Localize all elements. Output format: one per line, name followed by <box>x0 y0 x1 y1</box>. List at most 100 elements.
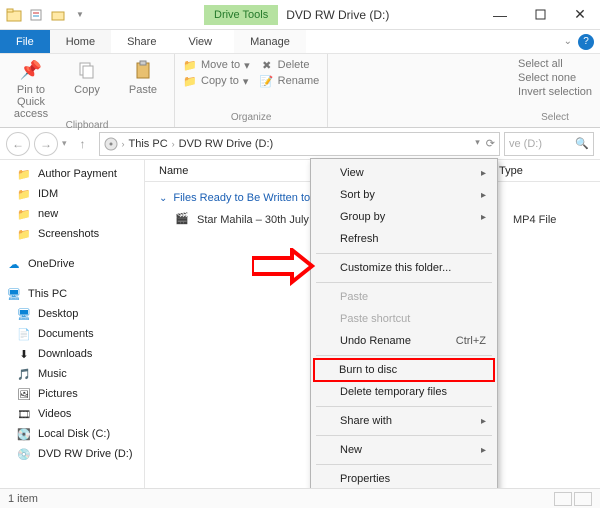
ctx-label: Burn to disc <box>339 364 397 376</box>
search-placeholder: ve (D:) <box>509 138 542 150</box>
tree-label: This PC <box>28 288 67 300</box>
ctx-customize[interactable]: Customize this folder... <box>314 257 494 279</box>
delete-button[interactable]: ✖Delete <box>260 58 320 72</box>
ctx-label: Delete temporary files <box>340 386 447 398</box>
ctx-paste: Paste <box>314 286 494 308</box>
tab-view[interactable]: View <box>172 30 228 53</box>
forward-button[interactable]: → <box>34 132 58 156</box>
tree-label: OneDrive <box>28 258 74 270</box>
folder-icon: 📁 <box>16 206 32 222</box>
window-title: DVD RW Drive (D:) <box>286 8 389 22</box>
dvd-icon: 💿 <box>16 446 32 462</box>
copy-icon <box>75 58 99 82</box>
copy-button[interactable]: Copy <box>64 58 110 96</box>
ribbon-collapse-icon[interactable]: ⌄ <box>564 36 572 47</box>
tree-folder[interactable]: 📁Author Payment <box>0 164 144 184</box>
copy-to-button[interactable]: 📁Copy to ▾ <box>183 74 250 88</box>
ctx-new[interactable]: New▸ <box>314 439 494 461</box>
refresh-icon[interactable]: ⟳ <box>486 137 495 150</box>
tree-folder[interactable]: 📁new <box>0 204 144 224</box>
select-all-button[interactable]: Select all <box>518 58 592 70</box>
copyto-icon: 📁 <box>183 74 197 88</box>
videos-icon: 🎞 <box>16 406 32 422</box>
pin-quick-access-button[interactable]: 📌 Pin to Quick access <box>8 58 54 120</box>
ctx-sort[interactable]: Sort by▸ <box>314 184 494 206</box>
recent-dropdown-icon[interactable]: ▾ <box>62 138 67 149</box>
ctx-label: Share with <box>340 415 392 427</box>
tab-home[interactable]: Home <box>50 30 111 53</box>
tree-pictures[interactable]: 🖼Pictures <box>0 384 144 404</box>
view-icons-button[interactable] <box>574 492 592 506</box>
search-input[interactable]: ve (D:) 🔍 <box>504 132 594 156</box>
ctx-separator <box>316 406 492 407</box>
tree-dvd[interactable]: 💿DVD RW Drive (D:) <box>0 444 144 464</box>
tab-share[interactable]: Share <box>111 30 172 53</box>
ctx-refresh[interactable]: Refresh <box>314 228 494 250</box>
minimize-button[interactable]: — <box>480 1 520 29</box>
rename-icon: 📝 <box>260 74 274 88</box>
ctx-paste-shortcut: Paste shortcut <box>314 308 494 330</box>
tree-localdisk[interactable]: 💽Local Disk (C:) <box>0 424 144 444</box>
delete-icon: ✖ <box>260 58 274 72</box>
explorer-icon <box>6 7 22 23</box>
tree-videos[interactable]: 🎞 Videos <box>0 404 144 424</box>
nav-tree[interactable]: 📁Author Payment 📁IDM 📁new 📁Screenshots ☁… <box>0 160 145 488</box>
view-details-button[interactable] <box>554 492 572 506</box>
tree-documents[interactable]: 📄Documents <box>0 324 144 344</box>
group-clipboard-label: Clipboard <box>66 120 109 133</box>
paste-button[interactable]: Paste <box>120 58 166 96</box>
qat-dropdown-icon[interactable]: ▼ <box>72 7 88 23</box>
tree-folder[interactable]: 📁Screenshots <box>0 224 144 244</box>
col-type[interactable]: Type <box>499 165 523 177</box>
crumb-sep: › <box>122 139 125 149</box>
ctx-label: Properties <box>340 473 390 485</box>
ctx-label: Group by <box>340 211 385 223</box>
tree-thispc[interactable]: 🖥 This PC <box>0 284 144 304</box>
ctx-burn-to-disc[interactable]: Burn to disc <box>313 358 495 382</box>
chevron-down-icon: ⌄ <box>159 193 167 204</box>
crumb-drive[interactable]: DVD RW Drive (D:) <box>179 138 274 150</box>
address-bar[interactable]: › This PC › DVD RW Drive (D:) ▾ ⟳ <box>99 132 500 156</box>
folder-icon: 📁 <box>16 166 32 182</box>
select-none-label: Select none <box>518 72 576 84</box>
ctx-label: Customize this folder... <box>340 262 451 274</box>
disk-icon: 💽 <box>16 426 32 442</box>
move-icon: 📁 <box>183 58 197 72</box>
tree-folder[interactable]: 📁IDM <box>0 184 144 204</box>
ctx-undo-rename[interactable]: Undo RenameCtrl+Z <box>314 330 494 352</box>
tree-onedrive[interactable]: ☁OneDrive <box>0 254 144 274</box>
move-label: Move to <box>201 59 240 71</box>
select-none-button[interactable]: Select none <box>518 72 592 84</box>
ctx-separator <box>316 464 492 465</box>
ctx-view[interactable]: View▸ <box>314 162 494 184</box>
ctx-delete-temp[interactable]: Delete temporary files <box>314 381 494 403</box>
addr-dropdown-icon[interactable]: ▾ <box>475 137 480 150</box>
tree-music[interactable]: 🎵Music <box>0 364 144 384</box>
tree-downloads[interactable]: ⬇Downloads <box>0 344 144 364</box>
ctx-separator <box>316 253 492 254</box>
rename-button[interactable]: 📝Rename <box>260 74 320 88</box>
tree-label: Music <box>38 368 67 380</box>
help-icon[interactable]: ? <box>578 34 594 50</box>
qat-properties-icon[interactable] <box>28 7 44 23</box>
invert-selection-button[interactable]: Invert selection <box>518 86 592 98</box>
move-to-button[interactable]: 📁Move to ▾ <box>183 58 250 72</box>
pc-icon: 🖥 <box>6 286 22 302</box>
tab-file[interactable]: File <box>0 30 50 53</box>
ctx-label: Refresh <box>340 233 379 245</box>
desktop-icon: 🖥 <box>16 306 32 322</box>
copy-label: Copy <box>74 84 100 96</box>
tab-manage[interactable]: Manage <box>234 30 306 53</box>
qat-newfolder-icon[interactable] <box>50 7 66 23</box>
ctx-share-with[interactable]: Share with▸ <box>314 410 494 432</box>
crumb-thispc[interactable]: This PC <box>129 138 168 150</box>
ctx-properties[interactable]: Properties <box>314 468 494 490</box>
close-button[interactable]: ✕ <box>560 1 600 29</box>
tree-label: Videos <box>38 408 71 420</box>
tree-desktop[interactable]: 🖥Desktop <box>0 304 144 324</box>
up-button[interactable]: ↑ <box>71 132 95 156</box>
crumb-sep2: › <box>172 139 175 149</box>
ctx-group[interactable]: Group by▸ <box>314 206 494 228</box>
maximize-button[interactable] <box>520 1 560 29</box>
back-button[interactable]: ← <box>6 132 30 156</box>
